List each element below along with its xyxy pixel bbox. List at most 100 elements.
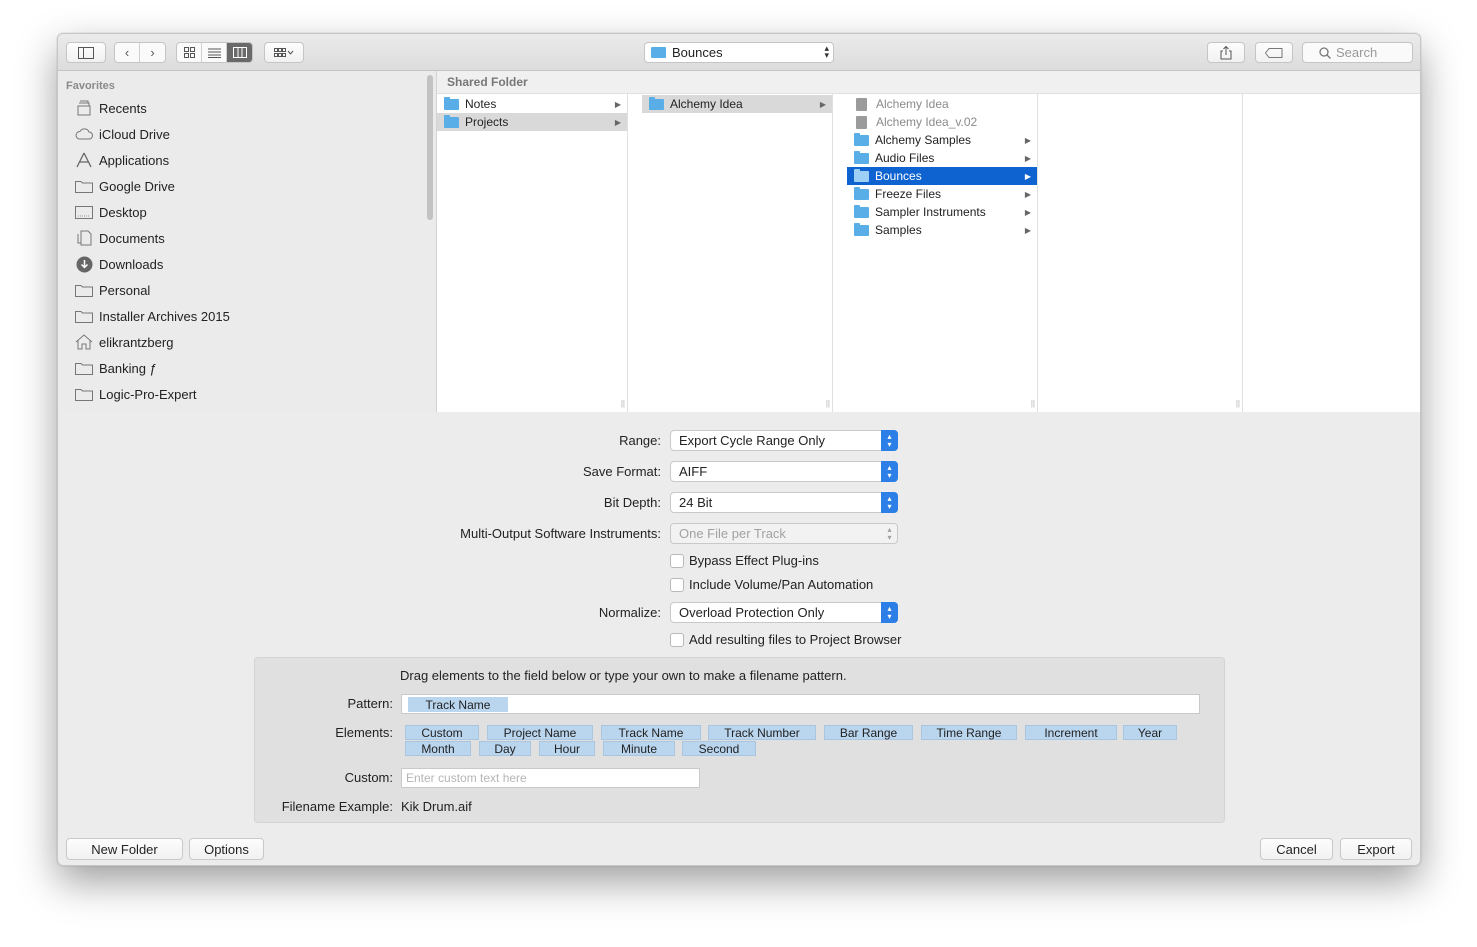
- sidebar-item-recents[interactable]: Recents: [74, 97, 147, 119]
- folder-icon: [854, 204, 869, 218]
- export-button[interactable]: Export: [1340, 838, 1412, 860]
- browser-column-1: Notes ▶ Projects ▶ ||: [437, 94, 628, 412]
- folder-icon: [74, 385, 94, 403]
- list-view-button[interactable]: [202, 43, 227, 62]
- element-time-range[interactable]: Time Range: [921, 725, 1017, 740]
- list-item-projects[interactable]: Projects ▶: [437, 113, 627, 131]
- applications-icon: [74, 151, 94, 169]
- folder-icon: [444, 96, 459, 110]
- item-label: Alchemy Samples: [875, 133, 972, 147]
- sidebar-item-label: elikrantzberg: [99, 334, 174, 350]
- list-item-samples[interactable]: Samples ▶: [847, 221, 1037, 239]
- sidebar-item-label: Applications: [99, 152, 170, 168]
- column-resize-handle[interactable]: ||: [1031, 399, 1035, 408]
- sidebar-item-label: Logic-Pro-Expert: [99, 386, 197, 402]
- sidebar-item-label: Banking ƒ: [99, 360, 157, 376]
- element-month[interactable]: Month: [405, 741, 471, 756]
- save-format-popup[interactable]: AIFF ▴ ▾: [670, 461, 898, 482]
- sidebar-item-desktop[interactable]: Desktop: [74, 201, 147, 223]
- sidebar-item-banking[interactable]: Banking ƒ: [74, 357, 157, 379]
- sidebar-scrollbar[interactable]: [427, 75, 433, 220]
- element-increment[interactable]: Increment: [1025, 725, 1117, 740]
- list-item-alchemy-samples[interactable]: Alchemy Samples ▶: [847, 131, 1037, 149]
- sidebar-toggle-button[interactable]: [66, 42, 106, 63]
- updown-arrows-icon: ▴ ▾: [887, 524, 892, 542]
- list-item-alchemy-idea[interactable]: Alchemy Idea ▶: [642, 95, 832, 113]
- sidebar-item-documents[interactable]: Documents: [74, 227, 165, 249]
- browser-column-4: ||: [1052, 94, 1243, 412]
- element-hour[interactable]: Hour: [539, 741, 595, 756]
- tags-button[interactable]: [1255, 42, 1293, 63]
- options-button[interactable]: Options: [189, 838, 264, 860]
- sidebar-item-downloads[interactable]: Downloads: [74, 253, 163, 275]
- bit-depth-popup[interactable]: 24 Bit ▴ ▾: [670, 492, 898, 513]
- column-resize-handle[interactable]: ||: [826, 399, 830, 408]
- disclosure-arrow-icon: ▶: [1024, 153, 1031, 163]
- location-popup[interactable]: Bounces ▴ ▾: [644, 42, 834, 63]
- sidebar-item-home[interactable]: elikrantzberg: [74, 331, 173, 353]
- pattern-token-track-name[interactable]: Track Name: [408, 697, 508, 712]
- element-project-name[interactable]: Project Name: [487, 725, 593, 740]
- custom-text-field[interactable]: Enter custom text here: [401, 768, 700, 788]
- forward-button[interactable]: ›: [140, 43, 165, 62]
- search-field[interactable]: Search: [1302, 42, 1413, 63]
- updown-arrows-icon: ▴ ▾: [824, 43, 829, 60]
- element-day[interactable]: Day: [479, 741, 531, 756]
- folder-icon: [854, 150, 869, 164]
- sidebar-item-google-drive[interactable]: Google Drive: [74, 175, 175, 197]
- updown-arrows-icon: ▴ ▾: [881, 492, 898, 513]
- arrange-menu-button[interactable]: [264, 42, 304, 63]
- add-to-project-browser-checkbox[interactable]: Add resulting files to Project Browser: [670, 632, 901, 647]
- folder-icon: [649, 96, 664, 110]
- desktop-icon: [74, 203, 94, 221]
- element-year[interactable]: Year: [1123, 725, 1177, 740]
- list-item-bounces[interactable]: Bounces ▶: [847, 167, 1037, 185]
- sidebar-item-personal[interactable]: Personal: [74, 279, 150, 301]
- bypass-effects-checkbox[interactable]: Bypass Effect Plug-ins: [670, 553, 819, 568]
- sidebar-item-logic-pro-expert[interactable]: Logic-Pro-Expert: [74, 383, 197, 405]
- element-track-name[interactable]: Track Name: [601, 725, 701, 740]
- element-bar-range[interactable]: Bar Range: [824, 725, 913, 740]
- share-button[interactable]: [1207, 42, 1245, 63]
- volume-pan-automation-checkbox[interactable]: Include Volume/Pan Automation: [670, 577, 873, 592]
- save-format-value: AIFF: [679, 464, 708, 479]
- list-item-alchemy-idea-v02[interactable]: Alchemy Idea_v.02: [847, 113, 1037, 131]
- sidebar-item-icloud-drive[interactable]: iCloud Drive: [74, 123, 170, 145]
- new-folder-button[interactable]: New Folder: [66, 838, 183, 860]
- list-item-notes[interactable]: Notes ▶: [437, 95, 627, 113]
- disclosure-arrow-icon: ▶: [1024, 189, 1031, 199]
- multi-output-value: One File per Track: [679, 526, 786, 541]
- list-item-freeze-files[interactable]: Freeze Files ▶: [847, 185, 1037, 203]
- folder-icon: [854, 168, 869, 182]
- column-resize-handle[interactable]: ||: [621, 399, 625, 408]
- element-second[interactable]: Second: [682, 741, 756, 756]
- item-label: Freeze Files: [875, 187, 942, 201]
- updown-arrows-icon: ▴ ▾: [881, 602, 898, 623]
- arrange-grid-icon: [274, 47, 294, 57]
- document-icon: [856, 115, 867, 129]
- toolbar: ‹ › Bounces ▴ ▾ Search: [58, 34, 1420, 71]
- sidebar-item-installer-archives[interactable]: Installer Archives 2015: [74, 305, 230, 327]
- list-item-sampler-instruments[interactable]: Sampler Instruments ▶: [847, 203, 1037, 221]
- sidebar-item-label: Downloads: [99, 256, 164, 272]
- sidebar-item-label: Installer Archives 2015: [99, 308, 230, 324]
- chevron-right-icon: ›: [150, 45, 155, 60]
- list-item-alchemy-idea-file[interactable]: Alchemy Idea: [847, 95, 1037, 113]
- pattern-label: Pattern:: [347, 696, 393, 711]
- range-popup[interactable]: Export Cycle Range Only ▴ ▾: [670, 430, 898, 451]
- folder-icon: [74, 281, 94, 299]
- sidebar-item-applications[interactable]: Applications: [74, 149, 169, 171]
- normalize-popup[interactable]: Overload Protection Only ▴ ▾: [670, 602, 898, 623]
- pattern-field[interactable]: Track Name: [401, 694, 1200, 714]
- column-browser: Shared Folder Notes ▶ Projects ▶ || Alch…: [437, 71, 1420, 412]
- column-resize-handle[interactable]: ||: [1236, 399, 1240, 408]
- icon-view-button[interactable]: [177, 43, 202, 62]
- element-minute[interactable]: Minute: [603, 741, 675, 756]
- element-track-number[interactable]: Track Number: [708, 725, 816, 740]
- cancel-button[interactable]: Cancel: [1260, 838, 1333, 860]
- element-custom[interactable]: Custom: [405, 725, 479, 740]
- column-view-button[interactable]: [227, 43, 252, 62]
- bypass-effects-label: Bypass Effect Plug-ins: [689, 553, 819, 568]
- list-item-audio-files[interactable]: Audio Files ▶: [847, 149, 1037, 167]
- back-button[interactable]: ‹: [115, 43, 140, 62]
